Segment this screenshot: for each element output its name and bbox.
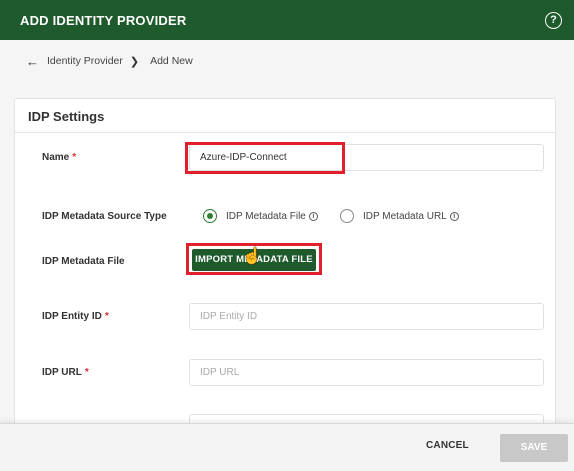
footer-bar: CANCEL SAVE (0, 423, 574, 471)
breadcrumb-current: Add New (150, 55, 193, 67)
arrow-left-icon[interactable]: ← (26, 54, 39, 69)
name-label: Name * (42, 152, 77, 163)
source-type-label: IDP Metadata Source Type (42, 211, 167, 222)
radio-unselected-icon[interactable] (340, 209, 354, 223)
radio-metadata-url-label: IDP Metadata URL (363, 210, 447, 222)
breadcrumb: ← Identity Provider ❯ Add New (26, 54, 193, 69)
app-header: ADD IDENTITY PROVIDER ? (0, 0, 574, 40)
radio-selected-icon[interactable] (203, 209, 217, 223)
card-title: IDP Settings (28, 109, 105, 124)
radio-metadata-file-label: IDP Metadata File (226, 210, 306, 222)
breadcrumb-parent-link[interactable]: Identity Provider (47, 55, 123, 67)
chevron-right-icon: ❯ (129, 55, 140, 68)
required-marker: * (104, 311, 109, 322)
idp-url-label: IDP URL * (42, 367, 89, 378)
metadata-file-label: IDP Metadata File (42, 256, 125, 267)
cancel-button[interactable]: CANCEL (426, 440, 469, 451)
required-marker: * (84, 367, 89, 378)
radio-metadata-url[interactable]: IDP Metadata URL i (340, 209, 459, 223)
info-icon[interactable]: i (308, 211, 318, 221)
idp-url-input[interactable] (189, 359, 544, 386)
info-icon[interactable]: i (449, 211, 459, 221)
card-divider (15, 132, 555, 133)
radio-metadata-file[interactable]: IDP Metadata File i (203, 209, 318, 223)
entity-id-input[interactable] (189, 303, 544, 330)
entity-id-label: IDP Entity ID * (42, 311, 109, 322)
save-button[interactable]: SAVE (500, 434, 568, 462)
page-title: ADD IDENTITY PROVIDER (20, 13, 187, 28)
required-marker: * (72, 152, 77, 163)
question-circle-icon[interactable]: ? (545, 12, 562, 29)
name-highlight-box (185, 142, 345, 174)
hand-pointer-icon: ☝ (242, 248, 262, 265)
